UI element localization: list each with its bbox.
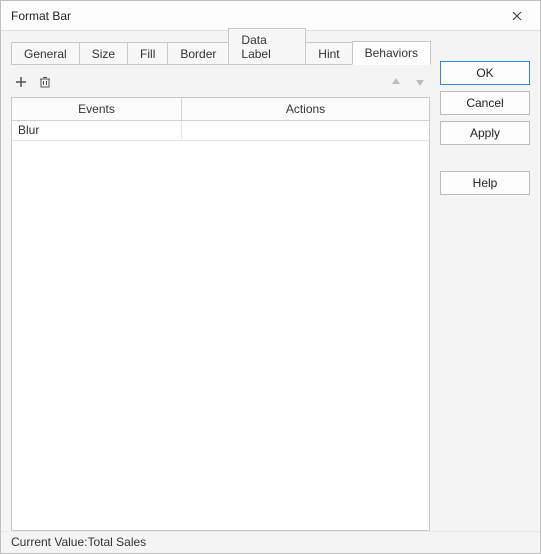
main-column: General Size Fill Border Data Label Hint… [11, 39, 430, 531]
button-label: OK [476, 66, 493, 80]
behaviors-grid: Events Actions Blur [11, 97, 430, 531]
current-value-text: Total Sales [87, 535, 146, 549]
add-button[interactable] [11, 72, 31, 92]
trash-icon [38, 75, 52, 89]
cell-action[interactable] [182, 121, 429, 140]
tab-label: Size [92, 47, 115, 61]
column-header-actions[interactable]: Actions [182, 98, 429, 120]
status-bar: Current Value:Total Sales [1, 531, 540, 553]
tab-general[interactable]: General [11, 42, 80, 65]
move-down-button[interactable] [410, 72, 430, 92]
close-button[interactable] [502, 5, 532, 27]
arrow-up-icon [389, 75, 403, 89]
plus-icon [14, 75, 28, 89]
tab-label: Data Label [241, 33, 270, 61]
titlebar: Format Bar [1, 1, 540, 31]
delete-button[interactable] [35, 72, 55, 92]
side-buttons: OK Cancel Apply Help [440, 39, 530, 531]
tab-label: Fill [140, 47, 155, 61]
ok-button[interactable]: OK [440, 61, 530, 85]
toolbar-right [386, 72, 430, 92]
move-up-button[interactable] [386, 72, 406, 92]
current-value-label: Current Value: [11, 535, 87, 549]
button-label: Apply [470, 126, 500, 140]
grid-body[interactable]: Blur [12, 121, 429, 530]
cancel-button[interactable]: Cancel [440, 91, 530, 115]
tab-label: General [24, 47, 67, 61]
close-icon [512, 11, 522, 21]
tab-hint[interactable]: Hint [305, 42, 352, 65]
button-label: Cancel [466, 96, 503, 110]
tab-strip: General Size Fill Border Data Label Hint… [11, 39, 430, 65]
help-button[interactable]: Help [440, 171, 530, 195]
apply-button[interactable]: Apply [440, 121, 530, 145]
format-bar-dialog: Format Bar General Size Fill Border Data… [0, 0, 541, 554]
button-label: Help [473, 176, 498, 190]
toolbar-left [11, 72, 55, 92]
spacer [440, 151, 530, 165]
column-header-events[interactable]: Events [12, 98, 182, 120]
tab-border[interactable]: Border [167, 42, 229, 65]
grid-header: Events Actions [12, 98, 429, 121]
tab-fill[interactable]: Fill [127, 42, 168, 65]
toolbar [11, 71, 430, 93]
window-title: Format Bar [11, 9, 71, 23]
dialog-body: General Size Fill Border Data Label Hint… [1, 31, 540, 531]
tab-behaviors[interactable]: Behaviors [352, 41, 431, 65]
tab-label: Behaviors [365, 46, 418, 60]
tab-label: Border [180, 47, 216, 61]
tab-label: Hint [318, 47, 339, 61]
table-row[interactable]: Blur [12, 121, 429, 141]
tab-data-label[interactable]: Data Label [228, 28, 306, 65]
cell-event[interactable]: Blur [12, 121, 182, 140]
tab-size[interactable]: Size [79, 42, 128, 65]
arrow-down-icon [413, 75, 427, 89]
